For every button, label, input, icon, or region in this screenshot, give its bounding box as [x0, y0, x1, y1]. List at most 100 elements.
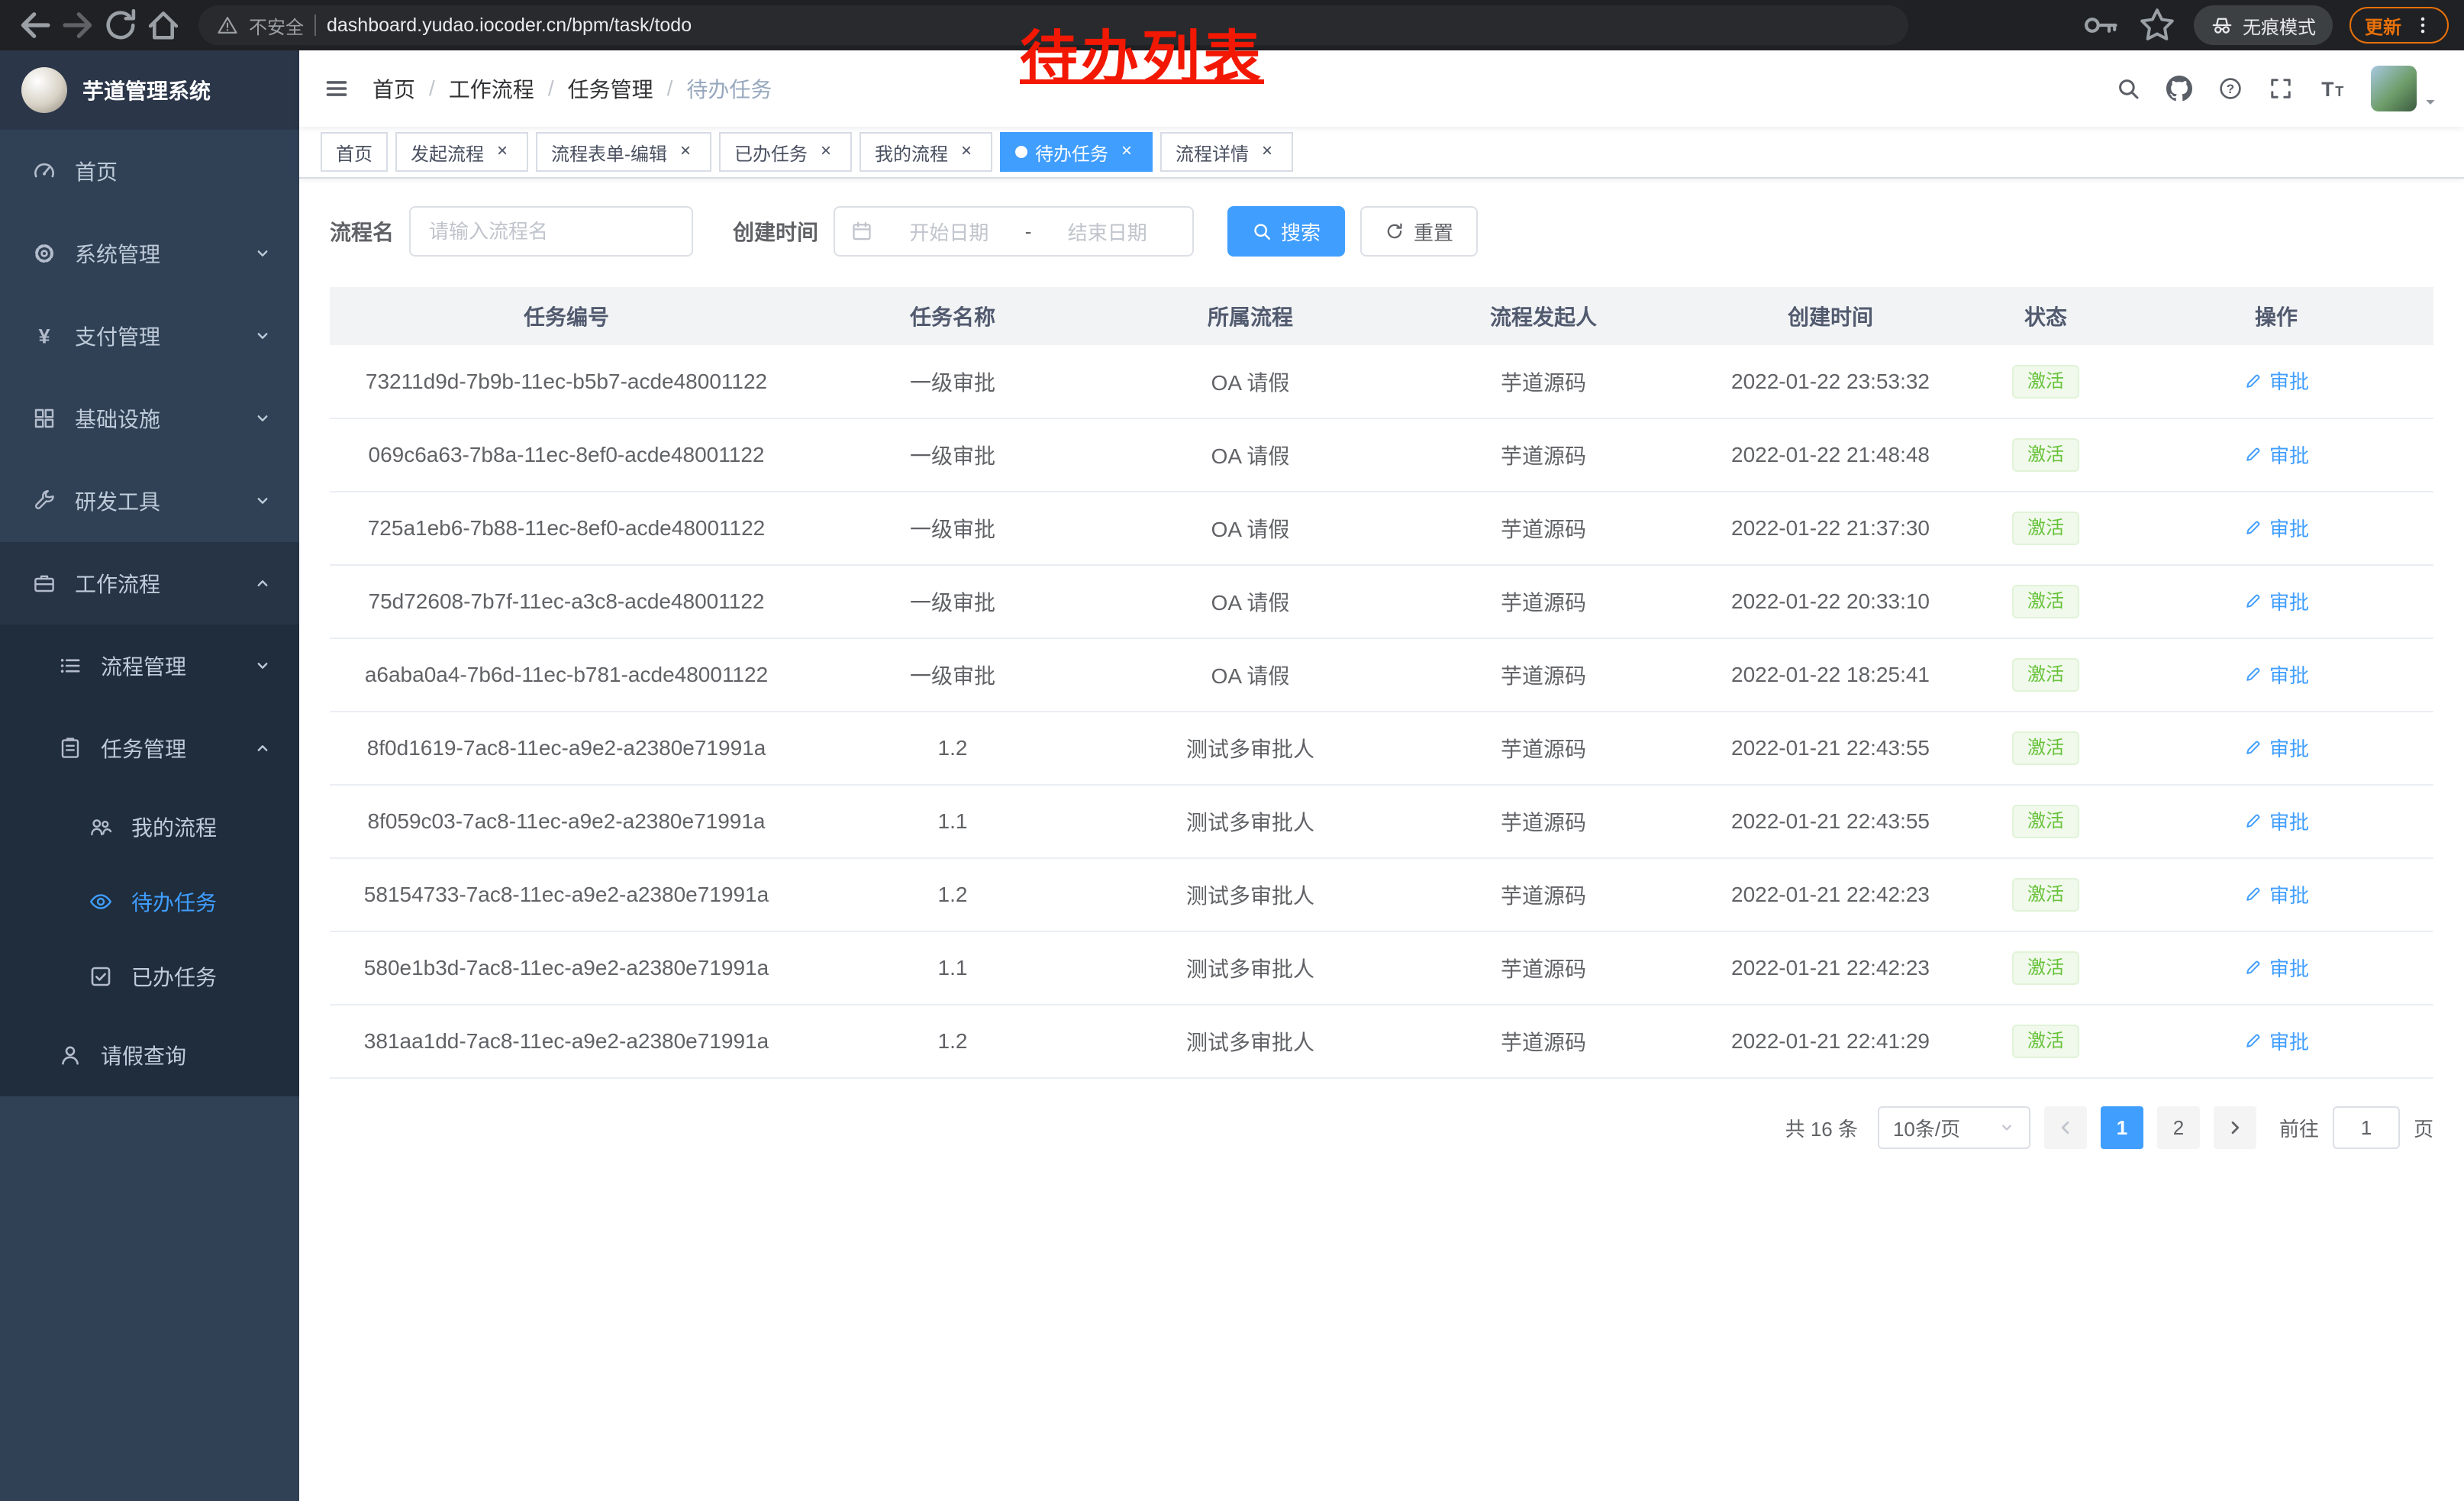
- table-row: 75d72608-7b7f-11ec-a3c8-acde48001122一级审批…: [330, 565, 2433, 638]
- approve-link[interactable]: 审批: [2243, 587, 2309, 615]
- app-logo[interactable]: 芋道管理系统: [0, 50, 299, 130]
- sidebar-item-leave-query[interactable]: 请假查询: [0, 1014, 299, 1096]
- avatar: [2371, 66, 2417, 111]
- cell-status: 激活: [1972, 712, 2119, 785]
- approve-link[interactable]: 审批: [2243, 734, 2309, 762]
- close-tab-icon[interactable]: ×: [815, 141, 837, 163]
- tab[interactable]: 流程表单-编辑×: [536, 132, 711, 172]
- column-header: 操作: [2119, 287, 2433, 345]
- cell-initiator: 芋道源码: [1398, 565, 1688, 638]
- tools-icon: [32, 489, 56, 513]
- browser-forward-icon[interactable]: [58, 5, 98, 45]
- close-tab-icon[interactable]: ×: [1256, 141, 1278, 163]
- github-icon[interactable]: [2166, 76, 2192, 102]
- tab[interactable]: 流程详情 ×: [1160, 132, 1293, 172]
- close-tab-icon[interactable]: ×: [675, 141, 696, 163]
- approve-link[interactable]: 审批: [2243, 954, 2309, 982]
- search-icon[interactable]: [2116, 76, 2140, 101]
- close-tab-icon[interactable]: ×: [492, 141, 513, 163]
- bookmark-star-icon[interactable]: [2137, 5, 2177, 45]
- breadcrumb-item[interactable]: 工作流程: [449, 73, 534, 104]
- column-header: 任务编号: [330, 287, 803, 345]
- gear-icon: [32, 241, 56, 266]
- font-size-icon[interactable]: TT: [2319, 76, 2345, 102]
- sidebar-item-process-mgmt[interactable]: 流程管理: [0, 625, 299, 707]
- sidebar-item-infrastructure[interactable]: 基础设施: [0, 377, 299, 460]
- date-range-picker[interactable]: 开始日期 - 结束日期: [834, 206, 1194, 257]
- reset-button[interactable]: 重置: [1360, 206, 1478, 257]
- search-button[interactable]: 搜索: [1227, 206, 1345, 257]
- table-row: 381aa1dd-7ac8-11ec-a9e2-a2380e71991a1.2测…: [330, 1005, 2433, 1078]
- browser-reload-icon[interactable]: [101, 5, 140, 45]
- sidebar-item-todo-tasks[interactable]: 待办任务: [0, 864, 299, 939]
- sidebar-item-label: 待办任务: [131, 886, 217, 917]
- approve-link[interactable]: 审批: [2243, 1027, 2309, 1055]
- browser-back-icon[interactable]: [15, 5, 55, 45]
- cell-time: 2022-01-22 21:48:48: [1688, 418, 1972, 492]
- sidebar-item-home[interactable]: 首页: [0, 130, 299, 212]
- user-menu[interactable]: [2371, 66, 2440, 111]
- page-button-2[interactable]: 2: [2157, 1106, 2200, 1149]
- sidebar-item-system[interactable]: 系统管理: [0, 212, 299, 295]
- browser-home-icon[interactable]: [144, 5, 183, 45]
- breadcrumb-item[interactable]: 首页: [373, 73, 415, 104]
- active-tab-dot: [1015, 146, 1027, 158]
- hamburger-icon[interactable]: [324, 76, 350, 102]
- approve-link[interactable]: 审批: [2243, 660, 2309, 689]
- cell-status: 激活: [1972, 785, 2119, 858]
- next-page-button[interactable]: [2214, 1106, 2256, 1149]
- goto-page-input[interactable]: [2333, 1106, 2400, 1149]
- sidebar-item-label: 我的流程: [131, 812, 217, 842]
- fullscreen-icon[interactable]: [2269, 76, 2293, 101]
- approve-link[interactable]: 审批: [2243, 880, 2309, 909]
- tab-label: 流程详情: [1176, 139, 1249, 166]
- table-row: 069c6a63-7b8a-11ec-8ef0-acde48001122一级审批…: [330, 418, 2433, 492]
- todo-task-table: 任务编号任务名称所属流程流程发起人创建时间状态操作 73211d9d-7b9b-…: [330, 287, 2433, 1079]
- sidebar-item-my-process[interactable]: 我的流程: [0, 789, 299, 864]
- cell-action: 审批: [2119, 931, 2433, 1005]
- sidebar-item-workflow[interactable]: 工作流程: [0, 542, 299, 625]
- cell-time: 2022-01-21 22:43:55: [1688, 712, 1972, 785]
- tab[interactable]: 发起流程×: [395, 132, 528, 172]
- cell-initiator: 芋道源码: [1398, 1005, 1688, 1078]
- tab[interactable]: 首页: [321, 132, 388, 172]
- browser-menu-kebab-icon[interactable]: [2412, 15, 2433, 36]
- cell-status: 激活: [1972, 492, 2119, 565]
- sidebar-item-task-mgmt[interactable]: 任务管理: [0, 707, 299, 789]
- tab[interactable]: 我的流程×: [859, 132, 992, 172]
- close-tab-icon[interactable]: ×: [956, 141, 977, 163]
- process-name-label: 流程名: [330, 216, 394, 247]
- sidebar-item-payment[interactable]: ¥支付管理: [0, 295, 299, 377]
- cell-id: 580e1b3d-7ac8-11ec-a9e2-a2380e71991a: [330, 931, 803, 1005]
- sidebar-item-label: 工作流程: [75, 568, 160, 599]
- people-icon: [89, 815, 113, 839]
- browser-update-button[interactable]: 更新: [2350, 7, 2449, 44]
- cell-initiator: 芋道源码: [1398, 345, 1688, 418]
- tab[interactable]: 待办任务×: [1000, 132, 1153, 172]
- page-size-select[interactable]: 10条/页: [1878, 1106, 2030, 1149]
- process-name-input[interactable]: [409, 206, 693, 257]
- password-manager-icon[interactable]: [2081, 5, 2121, 45]
- incognito-icon: [2211, 14, 2233, 37]
- prev-page-button[interactable]: [2044, 1106, 2087, 1149]
- approve-link[interactable]: 审批: [2243, 441, 2309, 469]
- approve-link[interactable]: 审批: [2243, 366, 2309, 395]
- approve-label: 审批: [2269, 366, 2309, 395]
- close-tab-icon[interactable]: ×: [1116, 141, 1137, 163]
- approve-label: 审批: [2269, 441, 2309, 469]
- page-button-1[interactable]: 1: [2101, 1106, 2143, 1149]
- help-icon[interactable]: ?: [2218, 76, 2243, 101]
- approve-label: 审批: [2269, 1027, 2309, 1055]
- tab[interactable]: 已办任务×: [719, 132, 852, 172]
- sidebar-item-done-tasks[interactable]: 已办任务: [0, 939, 299, 1014]
- pen-icon: [2243, 957, 2263, 977]
- sidebar-item-devtools[interactable]: 研发工具: [0, 460, 299, 542]
- sidebar-item-label: 已办任务: [131, 961, 217, 992]
- status-badge: 激活: [2012, 1025, 2079, 1058]
- cell-time: 2022-01-22 21:37:30: [1688, 492, 1972, 565]
- approve-link[interactable]: 审批: [2243, 807, 2309, 835]
- svg-text:T: T: [2321, 78, 2333, 101]
- breadcrumb-item[interactable]: 任务管理: [568, 73, 653, 104]
- address-bar[interactable]: 不安全 dashboard.yudao.iocoder.cn/bpm/task/…: [198, 5, 1908, 45]
- approve-link[interactable]: 审批: [2243, 514, 2309, 542]
